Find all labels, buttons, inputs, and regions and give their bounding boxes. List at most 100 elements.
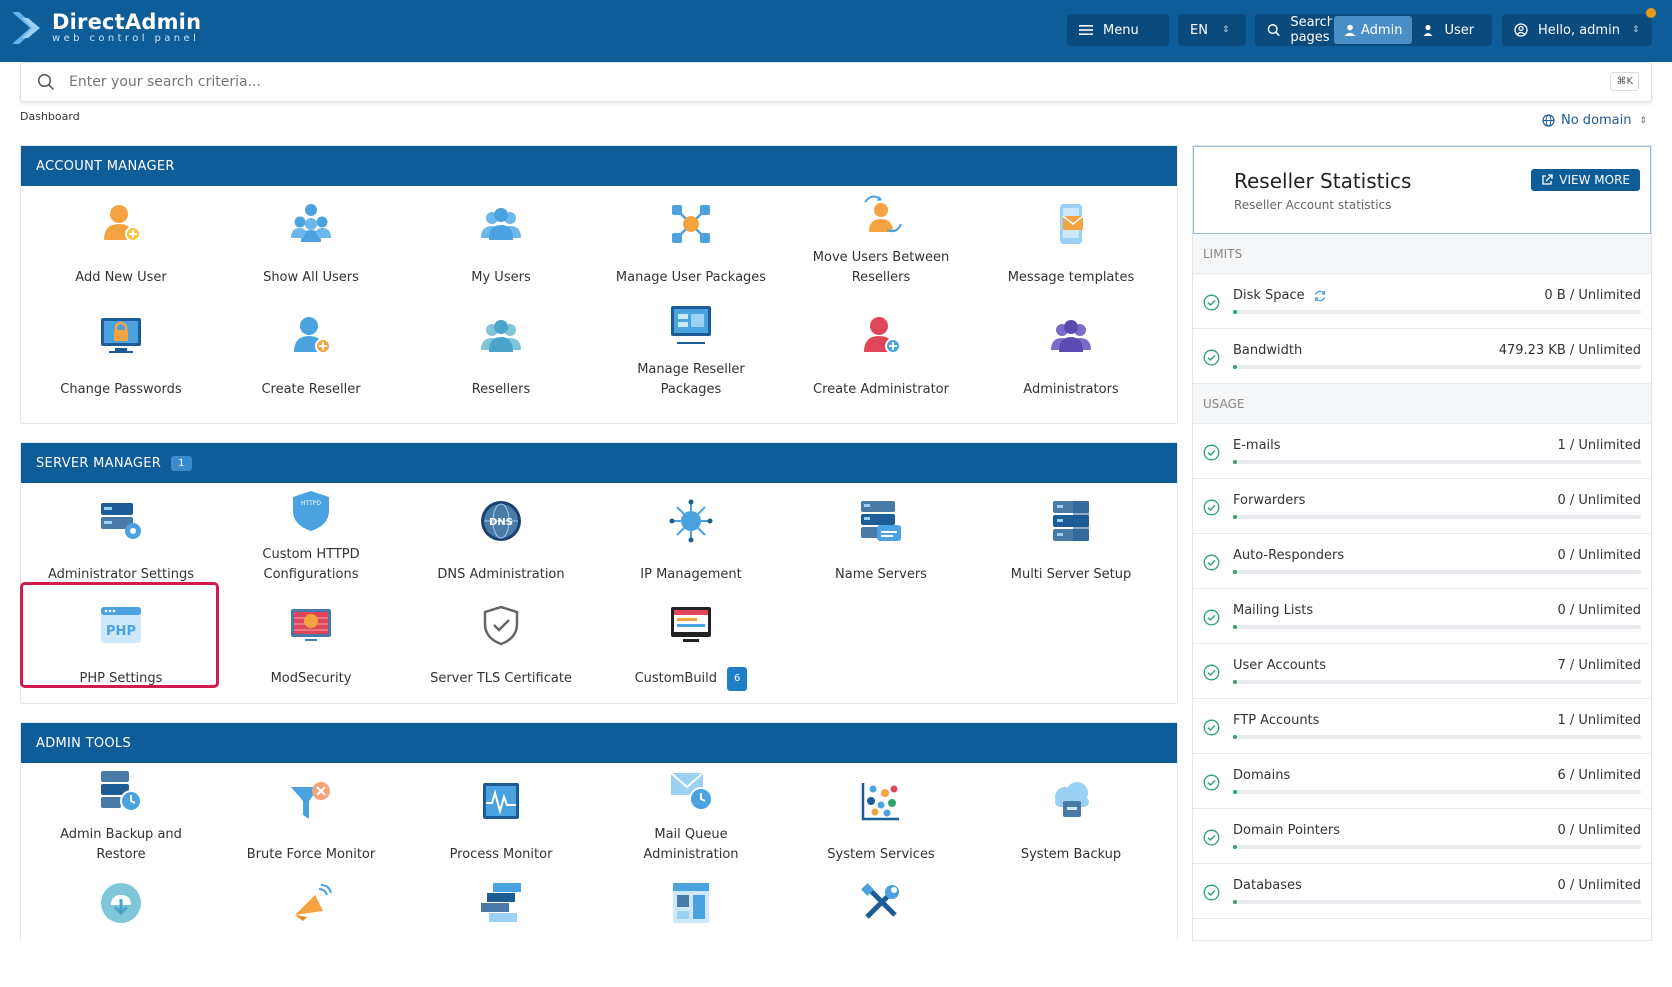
tile-label: Manage Reseller Packages: [637, 362, 745, 397]
administrator-settings-tile[interactable]: Administrator Settings: [26, 483, 216, 595]
stat-name-wrap: Disk Space: [1233, 288, 1327, 303]
administrators-tile[interactable]: Administrators: [976, 298, 1166, 410]
role-user-button[interactable]: User: [1412, 16, 1484, 44]
dns-administration-tile[interactable]: DNS DNS Administration: [406, 483, 596, 595]
change-passwords-tile[interactable]: Change Passwords: [26, 298, 216, 410]
stat-value: 479.23 KB / Unlimited: [1498, 343, 1641, 358]
name-servers-tile[interactable]: Name Servers: [786, 483, 976, 595]
domain-selector-label: No domain: [1561, 113, 1632, 128]
stat-value: 0 / Unlimited: [1557, 548, 1641, 563]
stat-row: Domain Pointers 0 / Unlimited: [1193, 809, 1651, 864]
system-backup-icon: [1047, 777, 1095, 825]
layout-tile[interactable]: [596, 875, 786, 987]
mail-queue-administration-tile[interactable]: Mail Queue Administration: [596, 763, 786, 875]
role-admin-label: Admin: [1361, 22, 1403, 38]
resellers-tile[interactable]: Resellers: [406, 298, 596, 410]
process-monitor-tile[interactable]: Process Monitor: [406, 763, 596, 875]
check-circle-icon: [1203, 554, 1220, 571]
multi-server-setup-tile[interactable]: Multi Server Setup: [976, 483, 1166, 595]
role-user-label: User: [1444, 22, 1475, 38]
stat-name-wrap: FTP Accounts: [1233, 713, 1319, 728]
custombuild-tile[interactable]: CustomBuild 6: [596, 595, 786, 707]
admin-tools-header: ADMIN TOOLS: [21, 723, 1177, 763]
notification-dot[interactable]: [1646, 8, 1656, 18]
brand-logo[interactable]: DirectAdmin web control panel: [10, 10, 201, 46]
admin-user-icon: [1344, 24, 1356, 36]
search-icon: [37, 73, 55, 91]
reseller-statistics-subtitle: Reseller Account statistics: [1234, 198, 1392, 212]
multi-server-icon: [1047, 497, 1095, 545]
manage-reseller-packages-tile[interactable]: Manage Reseller Packages: [596, 298, 786, 410]
menu-label: Menu: [1103, 22, 1139, 38]
logs-tile[interactable]: [406, 875, 596, 987]
panel-title: SERVER MANAGER: [36, 455, 162, 471]
check-circle-icon: [1203, 774, 1220, 791]
check-circle-icon: [1203, 444, 1220, 461]
custombuild-badge: 6: [727, 667, 748, 691]
system-services-tile[interactable]: System Services: [786, 763, 976, 875]
manage-user-packages-tile[interactable]: Manage User Packages: [596, 186, 786, 298]
stat-value: 7 / Unlimited: [1557, 658, 1641, 673]
tile-label: Create Administrator: [813, 382, 949, 397]
server-tls-certificate-tile[interactable]: Server TLS Certificate: [406, 595, 596, 707]
create-administrator-tile[interactable]: Create Administrator: [786, 298, 976, 410]
domain-selector[interactable]: No domain ⇕: [1542, 113, 1647, 128]
tile-label-row: CustomBuild 6: [611, 659, 771, 699]
stat-name-wrap: E-mails: [1233, 438, 1281, 453]
admin-backup-restore-tile[interactable]: Admin Backup and Restore: [26, 763, 216, 875]
add-new-user-tile[interactable]: Add New User: [26, 186, 216, 298]
stat-name-wrap: Auto-Responders: [1233, 548, 1344, 563]
dns-icon-text: DNS: [489, 517, 513, 528]
stat-row: Disk Space 0 B / Unlimited: [1193, 274, 1651, 329]
menu-button[interactable]: Menu: [1067, 14, 1169, 46]
stat-progress-fill: [1233, 735, 1237, 739]
custom-httpd-configurations-tile[interactable]: HTTPD Custom HTTPD Configurations: [216, 483, 406, 595]
layout-icon: [667, 879, 715, 927]
modsecurity-tile[interactable]: ModSecurity: [216, 595, 406, 707]
refresh-icon[interactable]: [1313, 289, 1327, 303]
move-users-between-resellers-tile[interactable]: Move Users Between Resellers: [786, 186, 976, 298]
ip-management-tile[interactable]: IP Management: [596, 483, 786, 595]
role-admin-button[interactable]: Admin: [1334, 16, 1413, 44]
tile-label: Show All Users: [263, 270, 359, 285]
stat-progress-fill: [1233, 845, 1237, 849]
stat-progress-fill: [1233, 365, 1237, 369]
check-circle-icon: [1203, 829, 1220, 846]
announcement-icon: [287, 879, 335, 927]
usage-list: E-mails 1 / Unlimited Forwarders 0 / Unlimi…: [1193, 424, 1651, 919]
brute-force-monitor-tile[interactable]: Brute Force Monitor: [216, 763, 406, 875]
message-templates-tile[interactable]: Message templates: [976, 186, 1166, 298]
user-icon: [1423, 24, 1433, 36]
language-select[interactable]: EN ⇕: [1178, 14, 1246, 46]
check-circle-icon: [1203, 609, 1220, 626]
external-link-icon: [1542, 174, 1553, 185]
tile-label: Process Monitor: [449, 847, 553, 862]
limits-list: Disk Space 0 B / Unlimited Bandwidth 479.23…: [1193, 274, 1651, 384]
users-group-icon: [287, 200, 335, 248]
reseller-statistics-panel: Reseller Statistics Reseller Account sta…: [1192, 145, 1652, 941]
search-input[interactable]: [69, 74, 1469, 90]
check-circle-icon: [1203, 499, 1220, 516]
account-menu-button[interactable]: Hello, admin ⇕: [1502, 14, 1652, 46]
my-users-tile[interactable]: My Users: [406, 186, 596, 298]
system-services-icon: [857, 777, 905, 825]
download-tile[interactable]: [26, 875, 216, 987]
tile-label: Administrators: [1023, 382, 1119, 397]
breadcrumb[interactable]: Dashboard: [20, 110, 80, 123]
system-backup-tile[interactable]: System Backup: [976, 763, 1166, 875]
tools-tile[interactable]: [786, 875, 976, 987]
stat-name: Databases: [1233, 878, 1302, 893]
stat-row: Bandwidth 479.23 KB / Unlimited: [1193, 329, 1651, 384]
create-reseller-tile[interactable]: Create Reseller: [216, 298, 406, 410]
stat-name: User Accounts: [1233, 658, 1327, 673]
updown-chevron-icon: ⇕: [1639, 115, 1648, 126]
view-more-button[interactable]: VIEW MORE: [1531, 169, 1640, 191]
show-all-users-tile[interactable]: Show All Users: [216, 186, 406, 298]
stat-progress-track: [1233, 625, 1641, 629]
stat-name: Auto-Responders: [1233, 548, 1345, 563]
add-user-icon: [97, 200, 145, 248]
announcement-tile[interactable]: [216, 875, 406, 987]
httpd-icon-text: HTTPD: [301, 500, 321, 507]
tile-label: My Users: [471, 270, 531, 285]
create-admin-icon: [857, 312, 905, 360]
